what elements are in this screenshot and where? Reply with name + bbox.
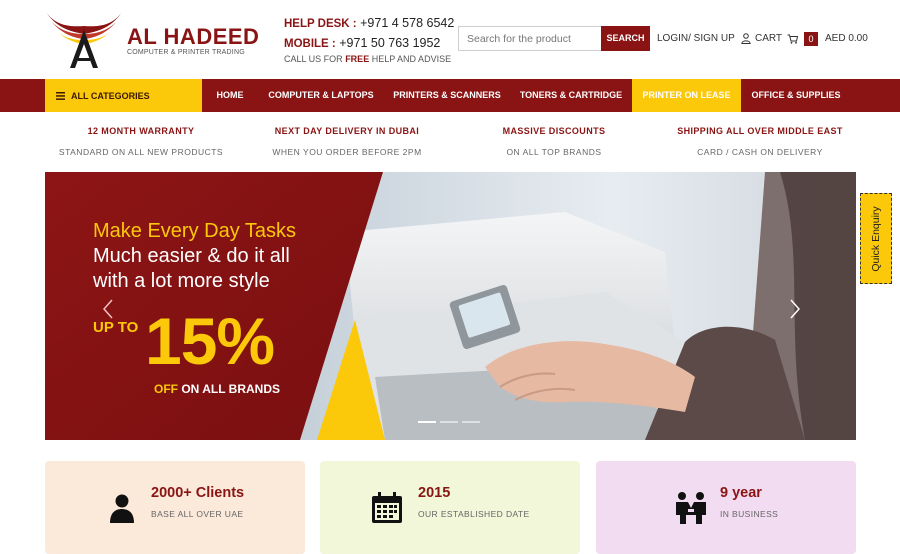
logo-emblem-icon xyxy=(46,12,122,68)
cart-count-badge[interactable]: 0 xyxy=(804,32,818,46)
main-nav: ALL CATEGORIES HOME COMPUTER & LAPTOPS P… xyxy=(0,79,900,112)
feature-title: SHIPPING ALL OVER MIDDLE EAST xyxy=(677,126,843,136)
cart-icon xyxy=(787,34,799,44)
quick-enquiry-label: Quick Enquiry xyxy=(870,205,882,272)
search-button[interactable]: SEARCH xyxy=(601,26,650,51)
nav-printer-on-lease[interactable]: PRINTER ON LEASE xyxy=(632,79,741,112)
slider-prev-arrow-icon[interactable] xyxy=(100,297,116,321)
stat-desc: BASE ALL OVER UAE xyxy=(151,509,244,519)
nav-computer-laptops[interactable]: COMPUTER & LAPTOPS xyxy=(258,79,384,112)
note-prefix: CALL US FOR xyxy=(284,54,346,64)
stat-card-established: 2015 OUR ESTABLISHED DATE xyxy=(320,461,580,554)
contact-note: CALL US FOR FREE HELP AND ADVISE xyxy=(284,54,454,64)
nav-office-supplies[interactable]: OFFICE & SUPPLIES xyxy=(741,79,851,112)
search-input[interactable] xyxy=(459,27,601,50)
cart-total[interactable]: AED 0.00 xyxy=(825,33,868,44)
quick-enquiry-button[interactable]: Quick Enquiry xyxy=(860,193,892,284)
calendar-icon xyxy=(372,492,402,523)
mobile-label: MOBILE : xyxy=(284,38,336,50)
all-categories-label: ALL CATEGORIES xyxy=(71,90,150,101)
stat-desc: IN BUSINESS xyxy=(720,509,779,519)
feature-title: NEXT DAY DELIVERY IN DUBAI xyxy=(274,126,420,136)
search-bar: SEARCH xyxy=(458,26,650,51)
slide-offer-line: OFF ON ALL BRANDS xyxy=(154,382,280,396)
slide-off-word: OFF xyxy=(154,382,178,396)
feature-delivery: NEXT DAY DELIVERY IN DUBAI WHEN YOU ORDE… xyxy=(247,126,447,157)
feature-warranty: 12 MONTH WARRANTY STANDARD ON ALL NEW PR… xyxy=(41,126,241,157)
feature-subtitle: CARD / CASH ON DELIVERY xyxy=(697,147,823,157)
helpdesk-number[interactable]: +971 4 578 6542 xyxy=(360,16,454,30)
cart-label: CART xyxy=(755,33,783,44)
stat-value: 9 year xyxy=(720,485,762,501)
slider-next-arrow-icon[interactable] xyxy=(787,297,803,321)
feature-title: MASSIVE DISCOUNTS xyxy=(502,126,606,136)
stat-value: 2000+ Clients xyxy=(151,485,245,501)
slide-headline-1: Make Every Day Tasks xyxy=(93,220,297,242)
mobile-number[interactable]: +971 50 763 1952 xyxy=(339,36,440,50)
slide-headline-2: Much easier & do it all xyxy=(93,245,290,267)
handshake-icon xyxy=(676,492,706,524)
helpdesk-label: HELP DESK : xyxy=(284,18,357,30)
hamburger-icon xyxy=(56,91,65,100)
stat-card-years: 9 year IN BUSINESS xyxy=(596,461,856,554)
slide-off-rest: ON ALL BRANDS xyxy=(178,382,280,396)
slide-discount-percent: 15% xyxy=(145,304,275,378)
note-suffix: HELP AND ADVISE xyxy=(369,54,452,64)
stat-card-clients: 2000+ Clients BASE ALL OVER UAE xyxy=(45,461,305,554)
login-link[interactable]: LOGIN/ SIGN UP xyxy=(657,33,751,44)
nav-printers-scanners[interactable]: PRINTERS & SCANNERS xyxy=(384,79,510,112)
features-strip: 12 MONTH WARRANTY STANDARD ON ALL NEW PR… xyxy=(0,112,900,172)
person-icon xyxy=(110,494,134,523)
feature-shipping: SHIPPING ALL OVER MIDDLE EAST CARD / CAS… xyxy=(660,126,860,157)
nav-home[interactable]: HOME xyxy=(202,79,258,112)
stat-value: 2015 xyxy=(418,485,451,501)
all-categories-button[interactable]: ALL CATEGORIES xyxy=(45,79,202,112)
stat-desc: OUR ESTABLISHED DATE xyxy=(418,509,530,519)
slider-dots xyxy=(418,421,480,423)
login-label: LOGIN/ SIGN UP xyxy=(657,33,735,44)
slider-dot-1[interactable] xyxy=(418,421,436,423)
mobile-line: MOBILE : +971 50 763 1952 xyxy=(284,33,454,53)
brand-logo[interactable]: AL HADEED COMPUTER & PRINTER TRADING xyxy=(44,8,259,72)
feature-discounts: MASSIVE DISCOUNTS ON ALL TOP BRANDS xyxy=(454,126,654,157)
feature-subtitle: WHEN YOU ORDER BEFORE 2PM xyxy=(272,147,422,157)
feature-subtitle: STANDARD ON ALL NEW PRODUCTS xyxy=(58,147,224,157)
brand-name: AL HADEED xyxy=(127,24,260,49)
helpdesk-line: HELP DESK : +971 4 578 6542 xyxy=(284,13,454,33)
slide-up-to: UP TO xyxy=(93,319,139,336)
slide-headline-3: with a lot more style xyxy=(93,270,270,292)
feature-subtitle: ON ALL TOP BRANDS xyxy=(506,147,602,157)
hero-slider[interactable]: Make Every Day Tasks Much easier & do it… xyxy=(45,172,856,440)
contact-info: HELP DESK : +971 4 578 6542 MOBILE : +97… xyxy=(284,13,454,64)
slider-dot-2[interactable] xyxy=(440,421,458,423)
note-free: FREE xyxy=(345,54,370,64)
brand-tagline: COMPUTER & PRINTER TRADING xyxy=(127,49,245,56)
feature-title: 12 MONTH WARRANTY xyxy=(87,126,195,136)
nav-toners-cartridge[interactable]: TONERS & CARTRIDGE xyxy=(510,79,632,112)
slide-headline: Make Every Day Tasks Much easier & do it… xyxy=(93,220,296,293)
user-icon xyxy=(741,33,751,44)
cart-link[interactable]: CART xyxy=(755,33,799,44)
site-header: AL HADEED COMPUTER & PRINTER TRADING HEL… xyxy=(0,0,900,79)
slider-dot-3[interactable] xyxy=(462,421,480,423)
